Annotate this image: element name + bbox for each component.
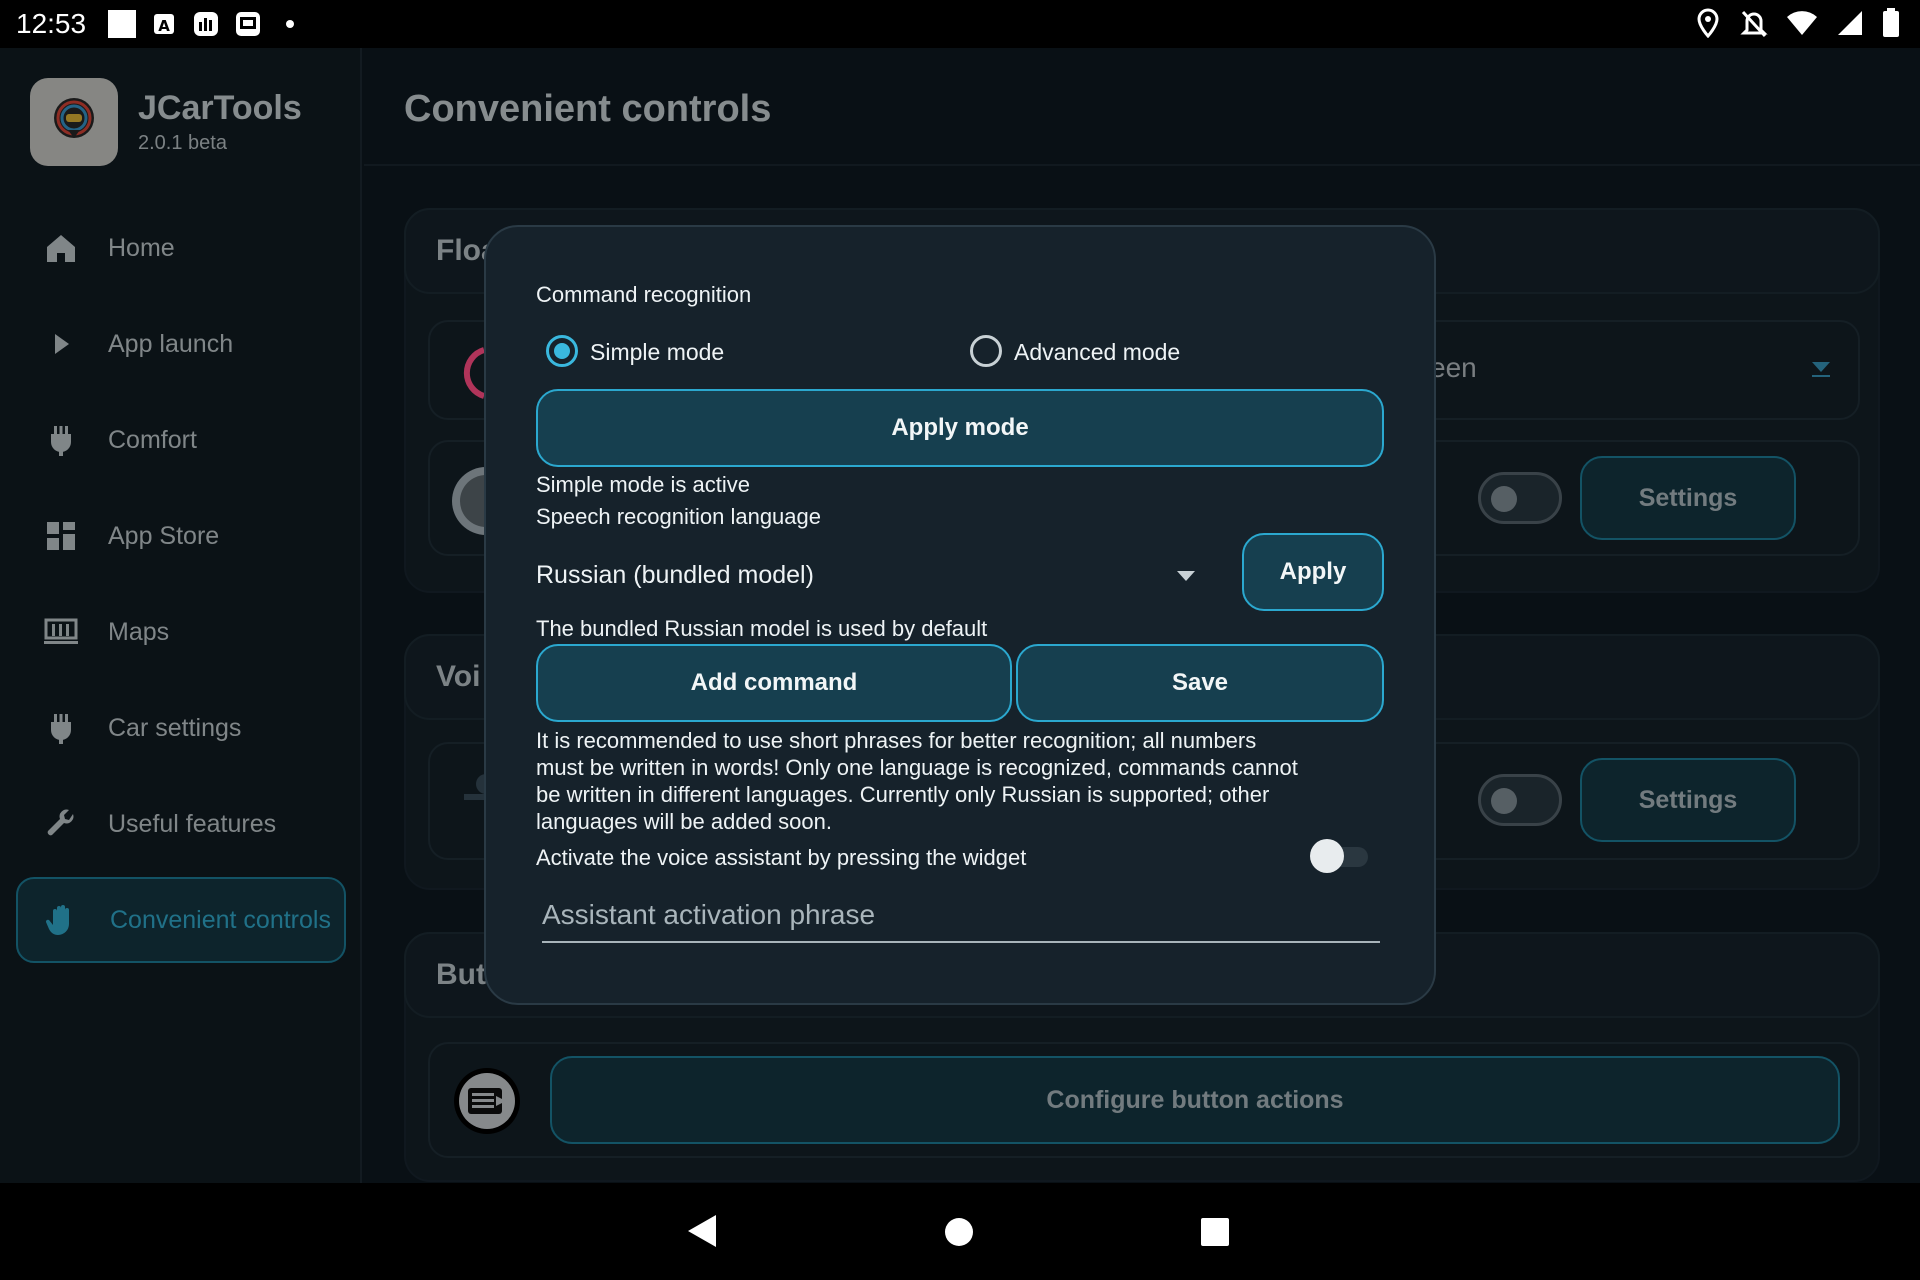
notification-screen-icon	[234, 10, 262, 38]
home-circle-icon[interactable]	[944, 1217, 974, 1252]
command-recognition-label: Command recognition	[536, 282, 752, 307]
assistant-robot-icon	[462, 770, 496, 825]
activation-phrase-placeholder: Assistant activation phrase	[542, 899, 876, 930]
notification-square-icon	[108, 10, 137, 38]
notifications-off-icon	[1740, 8, 1768, 43]
chevron-down-icon	[1176, 569, 1196, 587]
wifi-icon	[1786, 9, 1818, 42]
language-select-value: Russian (bundled model)	[536, 561, 814, 589]
notification-chart-icon	[192, 10, 220, 38]
notification-dot-icon	[276, 10, 304, 38]
voice-command-dialog: Command recognition Simple mode Advanced…	[484, 225, 1436, 1005]
mode-status-text: Simple mode is active	[536, 472, 750, 497]
language-label: Speech recognition language	[536, 504, 822, 529]
recommendation-text: It is recommended to use short phrases f…	[536, 727, 1376, 835]
knob-icon	[450, 465, 520, 542]
apply-mode-button[interactable]: Apply mode	[536, 389, 1384, 467]
recommendation-line: be written in different languages. Curre…	[536, 782, 1270, 807]
status-bar: 12:53 A	[0, 0, 1920, 48]
recommendation-line: must be written in words! Only one langu…	[536, 755, 1298, 780]
signal-icon	[1836, 9, 1864, 42]
radio-unchecked-icon	[970, 335, 1002, 367]
add-command-button[interactable]: Add command	[536, 644, 1012, 722]
language-select[interactable]: Russian (bundled model)	[536, 547, 1216, 603]
recommendation-line: languages will be added soon.	[536, 809, 833, 834]
simple-mode-radio[interactable]: Simple mode	[546, 331, 886, 371]
advanced-mode-label: Advanced mode	[1014, 339, 1181, 365]
language-note-text: The bundled Russian model is used by def…	[536, 616, 988, 641]
save-button[interactable]: Save	[1016, 644, 1384, 722]
toggle-thumb	[1310, 839, 1344, 873]
notification-a-icon: A	[150, 10, 178, 38]
battery-icon	[1882, 8, 1900, 43]
floating-app-icon	[456, 346, 486, 405]
activation-phrase-input[interactable]: Assistant activation phrase	[542, 887, 1380, 943]
widget-activation-toggle[interactable]	[1310, 839, 1372, 873]
back-icon[interactable]	[686, 1213, 718, 1254]
radio-checked-icon	[546, 335, 578, 367]
recommendation-line: It is recommended to use short phrases f…	[536, 728, 1257, 753]
svg-text:A: A	[158, 17, 170, 35]
widget-toggle-label: Activate the voice assistant by pressing…	[536, 845, 1027, 870]
recents-icon[interactable]	[1200, 1217, 1230, 1252]
location-icon	[1694, 8, 1722, 43]
apply-language-button[interactable]: Apply	[1242, 533, 1384, 611]
status-time: 12:53	[16, 8, 87, 39]
system-nav-bar	[0, 1183, 1920, 1280]
advanced-mode-radio[interactable]: Advanced mode	[970, 331, 1270, 371]
simple-mode-label: Simple mode	[590, 339, 725, 365]
